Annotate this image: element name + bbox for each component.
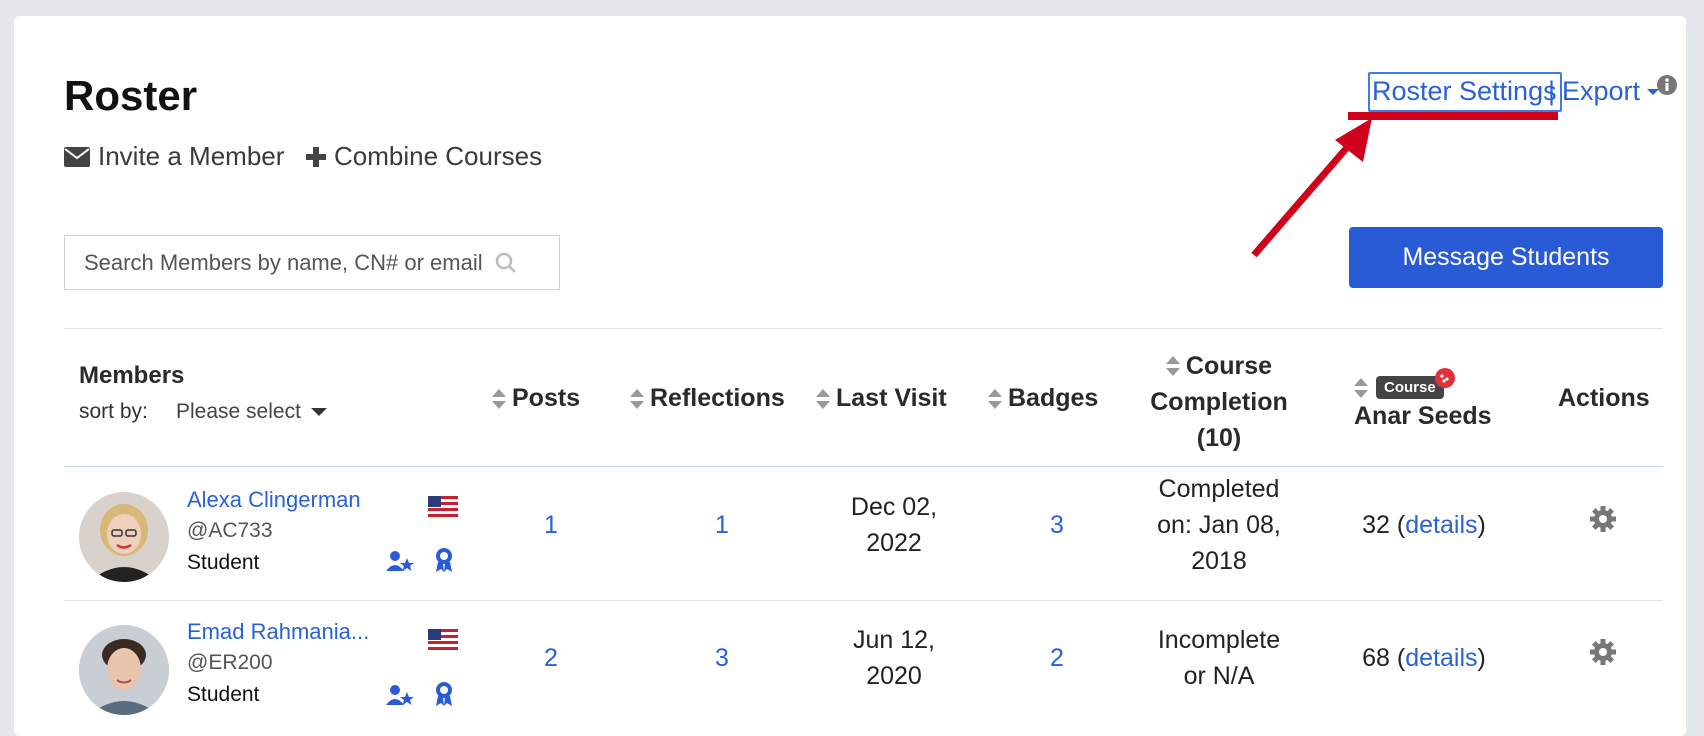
member-handle: @ER200 (187, 651, 273, 674)
last-visit-line-1: Dec 02, (850, 493, 938, 521)
member-role: Student (187, 683, 260, 706)
column-last-visit[interactable]: Last Visit (816, 384, 947, 413)
column-actions: Actions (1558, 384, 1650, 412)
award-icon[interactable] (434, 547, 454, 573)
sort-by-select[interactable]: Please select (176, 400, 327, 424)
column-last-visit-label: Last Visit (836, 384, 947, 412)
sort-icon (1165, 356, 1180, 376)
seeds-count: 32 ( (1362, 511, 1406, 539)
column-badges-label: Badges (1008, 384, 1099, 412)
course-badge-label: Course (1384, 379, 1436, 396)
user-star-icon[interactable] (386, 683, 414, 707)
member-name-link[interactable]: Emad Rahmania... (187, 619, 369, 645)
completion-line-1: Completed (1158, 475, 1280, 503)
info-icon[interactable] (1656, 74, 1678, 96)
table-top-divider (64, 328, 1663, 329)
column-anar-seeds-top[interactable]: Course (1354, 368, 1455, 399)
column-completion-label-2: Completion (1150, 388, 1288, 416)
sort-icon (1354, 377, 1368, 398)
member-name-link[interactable]: Alexa Clingerman (187, 487, 361, 513)
member-handle: @AC733 (187, 519, 273, 542)
last-visit: Jun 12, 2020 (814, 622, 974, 694)
invite-member-label: Invite a Member (98, 141, 285, 171)
column-completion-label-1: Course (1185, 352, 1273, 380)
posts-count-link[interactable]: 1 (526, 507, 576, 543)
column-reflections[interactable]: Reflections (630, 384, 785, 413)
posts-count-link[interactable]: 2 (526, 640, 576, 676)
invite-member-link[interactable]: Invite a Member (64, 141, 284, 172)
combine-courses-link[interactable]: Combine Courses (306, 141, 542, 172)
sort-icon (492, 388, 506, 409)
export-dropdown[interactable]: Export (1562, 76, 1660, 107)
column-reflections-label: Reflections (650, 384, 785, 412)
avatar-image (79, 625, 169, 715)
export-label: Export (1562, 76, 1641, 106)
anar-seeds-value: 32 (details) (1344, 507, 1504, 543)
member-role: Student (187, 551, 260, 574)
us-flag-icon (428, 629, 458, 650)
badges-count-link[interactable]: 3 (1032, 507, 1082, 543)
page-title: Roster (64, 72, 198, 119)
search-input[interactable]: Search Members by name, CN# or email (64, 235, 560, 290)
avatar-image (79, 492, 169, 582)
sort-by-value: Please select (176, 400, 301, 423)
sort-by-label: sort by: (79, 400, 148, 423)
badges-count-link[interactable]: 2 (1032, 640, 1082, 676)
avatar[interactable] (79, 492, 169, 582)
table-row: Emad Rahmania... @ER200 Student 2 3 Jun … (14, 601, 1686, 734)
reflections-count-link[interactable]: 1 (697, 507, 747, 543)
plus-icon (306, 146, 326, 167)
caret-down-icon (310, 408, 327, 416)
seeds-count: 68 ( (1362, 644, 1406, 672)
completion-status: Completed on: Jan 08, 2018 (1124, 471, 1314, 579)
combine-courses-label: Combine Courses (334, 141, 543, 171)
reflections-count-link[interactable]: 3 (697, 640, 747, 676)
avatar[interactable] (79, 625, 169, 715)
roster-card: Roster Roster Settings | Export Invite a… (14, 16, 1686, 736)
roster-settings-link[interactable]: Roster Settings (1372, 76, 1557, 107)
gear-icon[interactable] (1589, 505, 1617, 533)
search-placeholder: Search Members by name, CN# or email (84, 249, 483, 275)
envelope-icon (64, 146, 90, 167)
seeds-details-link[interactable]: details (1405, 511, 1477, 539)
column-posts-label: Posts (512, 384, 581, 412)
sort-icon (988, 388, 1002, 409)
last-visit-line-2: 2020 (866, 662, 922, 690)
last-visit-line-2: 2022 (866, 529, 922, 557)
anar-seeds-value: 68 (details) (1344, 640, 1504, 676)
seeds-close-paren: ) (1477, 644, 1486, 672)
column-course-completion[interactable]: Course Completion (10) (1124, 348, 1314, 456)
completion-line-3: 2018 (1191, 547, 1247, 575)
link-separator: | (1548, 76, 1556, 106)
table-row: Alexa Clingerman @AC733 Student 1 1 Dec … (14, 467, 1686, 600)
completion-status: Incomplete or N/A (1124, 622, 1314, 694)
column-anar-seeds[interactable]: Anar Seeds (1354, 402, 1492, 431)
us-flag-icon (428, 496, 458, 517)
course-badge: Course (1376, 368, 1455, 399)
message-students-button[interactable]: Message Students (1349, 227, 1663, 288)
seeds-details-link[interactable]: details (1405, 644, 1477, 672)
last-visit-line-1: Jun 12, (852, 626, 935, 654)
gear-icon[interactable] (1589, 638, 1617, 666)
sort-icon (630, 388, 644, 409)
column-badges[interactable]: Badges (988, 384, 1098, 413)
seeds-close-paren: ) (1477, 511, 1486, 539)
search-icon (495, 252, 516, 273)
completion-line-2: or N/A (1183, 662, 1255, 690)
pomegranate-icon (1434, 368, 1455, 388)
last-visit: Dec 02, 2022 (814, 489, 974, 561)
column-completion-label-3: (10) (1196, 424, 1242, 452)
sort-icon (816, 388, 830, 409)
completion-line-2: on: Jan 08, (1157, 511, 1281, 539)
award-icon[interactable] (434, 681, 454, 707)
completion-line-1: Incomplete (1157, 626, 1281, 654)
column-posts[interactable]: Posts (492, 384, 580, 413)
user-star-icon[interactable] (386, 549, 414, 573)
members-header: Members (79, 362, 185, 389)
